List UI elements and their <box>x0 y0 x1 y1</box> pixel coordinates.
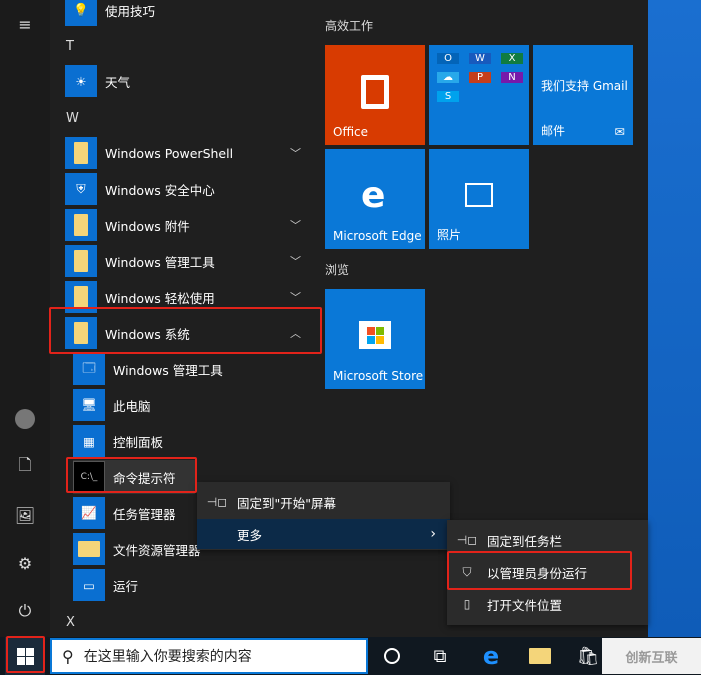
watermark-logo: 创新互联 <box>602 638 701 674</box>
power-icon[interactable]: ⏻ <box>13 599 37 623</box>
section-header-w[interactable]: W <box>66 111 79 126</box>
chevron-down-icon: ﹀ <box>290 219 301 232</box>
edge-logo-icon: e <box>361 175 386 216</box>
sun-icon: ☀ <box>65 65 97 97</box>
tile-office[interactable]: Office <box>325 45 425 145</box>
folder-icon <box>65 209 97 241</box>
app-security-center[interactable]: ⛨ Windows 安全中心 <box>65 172 315 206</box>
lightbulb-icon: 💡 <box>65 0 97 26</box>
folder-icon <box>65 317 97 349</box>
documents-icon[interactable]: 🗋 <box>13 455 37 479</box>
app-command-prompt[interactable]: C:\_ 命令提示符 <box>73 460 195 494</box>
app-weather[interactable]: ☀ 天气 <box>65 64 315 98</box>
app-control-panel[interactable]: ▦ 控制面板 <box>73 424 323 458</box>
submenu-more: ⊣◻ 固定到任务栏 ⛉ 以管理员身份运行 ▯ 打开文件位置 <box>447 520 648 625</box>
start-button[interactable] <box>5 637 45 675</box>
folder-icon <box>65 281 97 313</box>
file-explorer-icon <box>73 533 105 565</box>
computer-icon: 🖥 <box>73 389 105 421</box>
cortana-icon[interactable] <box>372 637 412 675</box>
file-location-icon: ▯ <box>463 597 471 611</box>
desktop-background <box>648 0 701 637</box>
app-run[interactable]: ▭ 运行 <box>73 568 323 602</box>
settings-gear-icon[interactable]: ⚙ <box>13 551 37 575</box>
app-admin-tools-folder[interactable]: Windows 管理工具 ﹀ <box>65 244 315 278</box>
folder-icon <box>65 245 97 277</box>
menu-item-more[interactable]: 更多 › <box>197 519 450 549</box>
search-icon: ⚲ <box>62 646 74 666</box>
taskbar: ⚲ 在这里输入你要搜索的内容 ⧉ e 🛍 创新互联 <box>0 636 701 675</box>
terminal-icon: C:\_ <box>73 461 105 493</box>
app-tips[interactable]: 💡 使用技巧 <box>65 0 315 27</box>
tile-office-apps[interactable]: OWX ☁ P N S <box>429 45 529 145</box>
edge-taskbar-icon[interactable]: e <box>471 637 511 675</box>
hamburger-menu-icon[interactable]: ≡ <box>13 12 37 36</box>
menu-item-run-as-admin[interactable]: ⛉ 以管理员身份运行 <box>447 557 648 587</box>
tile-photos[interactable]: 照片 <box>429 149 529 249</box>
menu-item-open-file-location[interactable]: ▯ 打开文件位置 <box>447 589 648 619</box>
task-manager-icon: 📈 <box>73 497 105 529</box>
search-box[interactable]: ⚲ 在这里输入你要搜索的内容 <box>50 638 368 674</box>
context-menu: ⊣◻ 固定到"开始"屏幕 更多 › <box>197 482 450 550</box>
chevron-down-icon: ﹀ <box>290 255 301 268</box>
photos-icon <box>465 183 493 207</box>
app-powershell-folder[interactable]: Windows PowerShell ﹀ <box>65 136 315 170</box>
store-bag-icon <box>359 321 391 349</box>
menu-item-pin-to-start[interactable]: ⊣◻ 固定到"开始"屏幕 <box>197 487 450 517</box>
pictures-icon[interactable]: 🖼 <box>13 503 37 527</box>
admin-shield-icon: ⛉ <box>462 564 472 579</box>
tile-store[interactable]: Microsoft Store <box>325 289 425 389</box>
section-header-x[interactable]: X <box>66 615 75 630</box>
office-logo-icon <box>361 75 389 109</box>
section-header-t[interactable]: T <box>66 39 74 54</box>
app-accessories-folder[interactable]: Windows 附件 ﹀ <box>65 208 315 242</box>
chevron-right-icon: › <box>430 526 436 542</box>
admin-tools-icon: 🗔 <box>73 353 105 385</box>
folder-icon <box>65 137 97 169</box>
chevron-up-icon: ︿ <box>290 327 301 340</box>
run-icon: ▭ <box>73 569 105 601</box>
mail-envelope-icon: ✉ <box>614 124 625 139</box>
chevron-down-icon: ﹀ <box>290 147 301 160</box>
start-left-rail: ≡ 🗋 🖼 ⚙ ⏻ <box>0 0 50 637</box>
tile-mail[interactable]: 我们支持 Gmail 邮件 ✉ <box>533 45 633 145</box>
tile-edge[interactable]: e Microsoft Edge <box>325 149 425 249</box>
app-admin-tools[interactable]: 🗔 Windows 管理工具 <box>73 352 323 386</box>
tile-group-browse: 浏览 <box>325 263 350 277</box>
control-panel-icon: ▦ <box>73 425 105 457</box>
shield-icon: ⛨ <box>65 173 97 205</box>
tile-group-productivity: 高效工作 <box>325 19 374 33</box>
chevron-down-icon: ﹀ <box>290 291 301 304</box>
windows-logo-icon <box>16 647 34 665</box>
app-ease-of-access-folder[interactable]: Windows 轻松使用 ﹀ <box>65 280 315 314</box>
app-this-pc[interactable]: 🖥 此电脑 <box>73 388 323 422</box>
app-windows-system-folder[interactable]: Windows 系统 ︿ <box>65 316 315 350</box>
office-apps-icons: OWX ☁ P N S <box>437 53 523 102</box>
pin-icon: ⊣◻ <box>456 533 478 547</box>
file-explorer-taskbar-icon[interactable] <box>520 637 560 675</box>
menu-item-pin-to-taskbar[interactable]: ⊣◻ 固定到任务栏 <box>447 525 648 555</box>
user-avatar-icon[interactable] <box>13 407 37 431</box>
pin-icon: ⊣◻ <box>206 495 228 509</box>
task-view-icon[interactable]: ⧉ <box>420 637 460 675</box>
